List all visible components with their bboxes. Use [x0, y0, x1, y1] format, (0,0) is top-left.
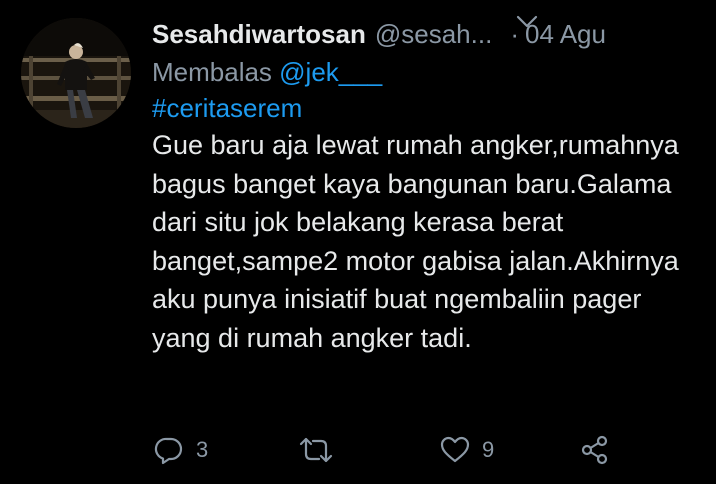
- reply-prefix: Membalas: [152, 57, 280, 87]
- tweet[interactable]: Sesahdiwartosan @sesah... · 04 Agu Memba…: [0, 0, 716, 484]
- retweet-icon: [299, 437, 333, 463]
- like-button[interactable]: 9: [440, 430, 494, 470]
- tweet-content: Sesahdiwartosan @sesah... · 04 Agu Memba…: [152, 14, 702, 357]
- like-count: 9: [482, 437, 495, 462]
- reply-mention-link[interactable]: @jek___: [279, 57, 382, 87]
- tweet-actions: 3 9: [152, 430, 632, 470]
- user-handle[interactable]: @sesah...: [375, 19, 492, 50]
- hashtag-link[interactable]: #ceritaserem: [152, 90, 702, 126]
- share-icon: [581, 435, 608, 465]
- reply-icon: [154, 437, 183, 465]
- display-name[interactable]: Sesahdiwartosan: [152, 19, 366, 50]
- reply-count: 3: [196, 437, 209, 462]
- reply-button[interactable]: 3: [154, 430, 208, 470]
- avatar[interactable]: [21, 18, 131, 128]
- retweet-button[interactable]: [298, 430, 346, 470]
- tweet-header: Sesahdiwartosan @sesah... · 04 Agu: [152, 14, 702, 54]
- avatar-photo: [21, 18, 131, 128]
- reply-context: Membalas @jek___: [152, 54, 702, 90]
- share-button[interactable]: [580, 430, 610, 470]
- heart-icon: [440, 436, 470, 463]
- chevron-down-icon[interactable]: [514, 8, 540, 34]
- tweet-body: Gue baru aja lewat rumah angker,rumahnya…: [152, 130, 679, 353]
